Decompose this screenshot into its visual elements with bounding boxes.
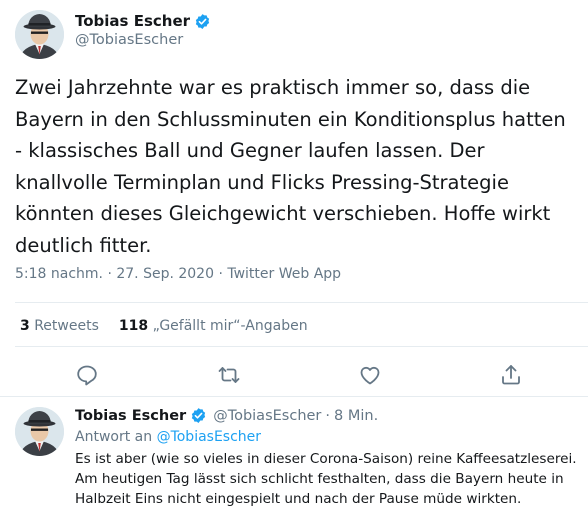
likes-label: „Gefällt mir“-Angaben bbox=[152, 318, 308, 334]
author-display-name[interactable]: Tobias Escher bbox=[75, 12, 190, 30]
tweet-source[interactable]: Twitter Web App bbox=[227, 266, 341, 282]
main-tweet: Tobias Escher @TobiasEscher Zwei Jahrzeh… bbox=[0, 0, 588, 397]
meta-separator: · bbox=[218, 266, 223, 282]
meta-separator: · bbox=[107, 266, 112, 282]
tweet-metadata: 5:18 nachm. · 27. Sep. 2020 · Twitter We… bbox=[15, 266, 341, 282]
author-handle[interactable]: @TobiasEscher bbox=[75, 32, 183, 48]
avatar-illustration-icon bbox=[15, 407, 64, 456]
engagement-stats: 3 Retweets 118 „Gefällt mir“-Angaben bbox=[20, 318, 328, 334]
tweet-date[interactable]: 27. Sep. 2020 bbox=[116, 266, 214, 282]
likes-count: 118 bbox=[118, 318, 149, 334]
tweet-actions bbox=[0, 357, 588, 393]
reply-text: Es ist aber (wie so vieles in dieser Cor… bbox=[75, 451, 577, 507]
share-icon[interactable] bbox=[499, 363, 523, 387]
reply-to-prefix: Antwort an bbox=[75, 429, 153, 445]
tweet-text: Zwei Jahrzehnte war es praktisch immer s… bbox=[15, 76, 566, 257]
reply-to-line: Antwort an @TobiasEscher bbox=[75, 429, 261, 445]
reply-tweet[interactable]: Tobias Escher @TobiasEscher · 8 Min. Ant… bbox=[0, 397, 588, 519]
avatar[interactable] bbox=[15, 407, 64, 456]
retweets-stat[interactable]: 3 Retweets bbox=[20, 318, 99, 334]
avatar[interactable] bbox=[15, 10, 64, 59]
like-icon[interactable] bbox=[358, 363, 382, 387]
reply-to-handle-link[interactable]: @TobiasEscher bbox=[157, 429, 261, 445]
author-display-name[interactable]: Tobias Escher bbox=[75, 408, 186, 424]
tweet-time[interactable]: 5:18 nachm. bbox=[15, 266, 103, 282]
verified-badge-icon bbox=[195, 13, 210, 29]
reply-header: Tobias Escher @TobiasEscher · 8 Min. bbox=[75, 407, 378, 424]
retweets-count: 3 bbox=[20, 318, 30, 334]
meta-separator: · bbox=[325, 407, 330, 424]
verified-badge-icon bbox=[192, 408, 206, 423]
likes-stat[interactable]: 118 „Gefällt mir“-Angaben bbox=[119, 318, 308, 334]
reply-icon[interactable] bbox=[75, 363, 99, 387]
author-handle[interactable]: @TobiasEscher bbox=[213, 408, 321, 424]
retweets-label: Retweets bbox=[34, 318, 99, 334]
author-name-row: Tobias Escher bbox=[75, 12, 211, 30]
divider bbox=[15, 346, 588, 347]
reply-time[interactable]: 8 Min. bbox=[334, 408, 378, 424]
divider bbox=[15, 302, 588, 303]
retweet-icon[interactable] bbox=[217, 363, 241, 387]
avatar-illustration-icon bbox=[15, 10, 64, 59]
